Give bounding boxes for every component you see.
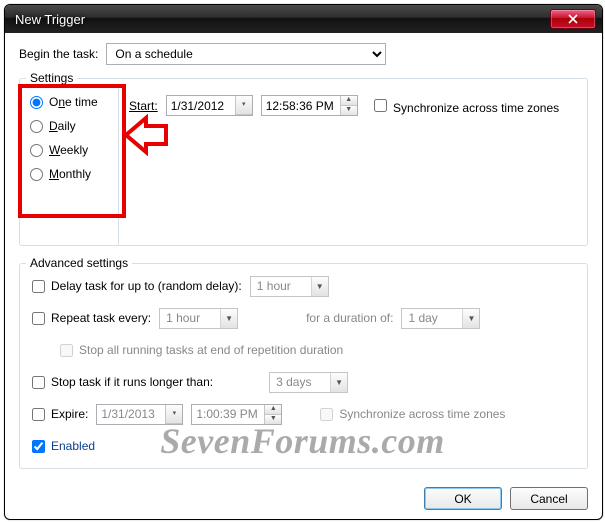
start-date-picker[interactable]: ▾ — [166, 95, 253, 116]
enabled-checkbox[interactable]: Enabled — [32, 439, 95, 453]
stop-long-checkbox[interactable]: Stop task if it runs longer than: — [32, 375, 213, 389]
advanced-legend: Advanced settings — [26, 256, 132, 270]
start-label: Start: — [129, 99, 158, 113]
dialog-window: New Trigger Begin the task: On a schedul… — [4, 4, 603, 520]
chevron-down-icon[interactable]: ▼ — [462, 309, 479, 328]
duration-combo[interactable]: 1 day ▼ — [401, 308, 480, 329]
start-date-input[interactable] — [167, 96, 235, 115]
settings-group: Settings One time Daily Weekly — [19, 71, 588, 246]
window-title: New Trigger — [15, 12, 550, 27]
spin-up-icon[interactable]: ▲ — [265, 405, 281, 415]
spin-up-icon[interactable]: ▲ — [341, 96, 357, 106]
title-bar: New Trigger — [5, 5, 602, 33]
enabled-label: Enabled — [51, 439, 95, 453]
close-button[interactable] — [550, 9, 596, 29]
delay-checkbox[interactable]: Delay task for up to (random delay): — [32, 279, 242, 293]
spin-down-icon[interactable]: ▼ — [341, 106, 357, 115]
expire-sync-label: Synchronize across time zones — [339, 407, 505, 421]
stop-all-label: Stop all running tasks at end of repetit… — [79, 343, 343, 357]
radio-one-time[interactable]: One time — [30, 95, 114, 109]
stop-long-value: 3 days — [270, 373, 330, 392]
sync-timezone-label: Synchronize across time zones — [393, 101, 559, 115]
close-icon — [568, 14, 578, 24]
stop-long-label: Stop task if it runs longer than: — [51, 375, 213, 389]
frequency-column: One time Daily Weekly Monthly — [20, 85, 118, 245]
chevron-down-icon[interactable]: ▼ — [220, 309, 237, 328]
date-dropdown-icon[interactable]: ▾ — [165, 405, 182, 424]
start-time-input[interactable] — [262, 96, 340, 115]
delay-label: Delay task for up to (random delay): — [51, 279, 242, 293]
settings-panel: Start: ▾ ▲▼ Synchronize across time zone… — [118, 85, 583, 245]
repeat-value: 1 hour — [160, 309, 220, 328]
cancel-button[interactable]: Cancel — [510, 487, 588, 510]
expire-time-spinner[interactable]: ▲▼ — [191, 404, 282, 425]
duration-value: 1 day — [402, 309, 462, 328]
radio-monthly-input[interactable] — [30, 168, 43, 181]
date-dropdown-icon[interactable]: ▾ — [235, 96, 252, 115]
button-bar: OK Cancel — [19, 479, 588, 510]
sync-timezone-checkbox[interactable]: Synchronize across time zones — [370, 96, 559, 115]
advanced-group: Advanced settings Delay task for up to (… — [19, 256, 588, 469]
spin-down-icon[interactable]: ▼ — [265, 415, 281, 424]
radio-daily[interactable]: Daily — [30, 119, 114, 133]
radio-daily-input[interactable] — [30, 120, 43, 133]
radio-weekly-input[interactable] — [30, 144, 43, 157]
repeat-label: Repeat task every: — [51, 311, 151, 325]
chevron-down-icon[interactable]: ▼ — [330, 373, 347, 392]
repeat-combo[interactable]: 1 hour ▼ — [159, 308, 238, 329]
stop-all-checkbox: Stop all running tasks at end of repetit… — [60, 343, 343, 357]
repeat-checkbox[interactable]: Repeat task every: — [32, 311, 151, 325]
begin-task-label: Begin the task: — [19, 47, 98, 61]
stop-long-combo[interactable]: 3 days ▼ — [269, 372, 348, 393]
radio-monthly[interactable]: Monthly — [30, 167, 114, 181]
radio-one-time-input[interactable] — [30, 96, 43, 109]
expire-checkbox[interactable]: Expire: — [32, 407, 88, 421]
expire-label: Expire: — [51, 407, 88, 421]
duration-label: for a duration of: — [306, 311, 393, 325]
chevron-down-icon[interactable]: ▼ — [311, 277, 328, 296]
radio-weekly[interactable]: Weekly — [30, 143, 114, 157]
expire-date-picker[interactable]: ▾ — [96, 404, 183, 425]
expire-date-input[interactable] — [97, 405, 165, 424]
expire-time-input[interactable] — [192, 405, 264, 424]
delay-value: 1 hour — [251, 277, 311, 296]
begin-task-select[interactable]: On a schedule — [106, 43, 386, 65]
expire-sync-checkbox: Synchronize across time zones — [320, 407, 505, 421]
delay-combo[interactable]: 1 hour ▼ — [250, 276, 329, 297]
settings-legend: Settings — [26, 71, 77, 85]
ok-button[interactable]: OK — [424, 487, 502, 510]
start-time-spinner[interactable]: ▲▼ — [261, 95, 358, 116]
